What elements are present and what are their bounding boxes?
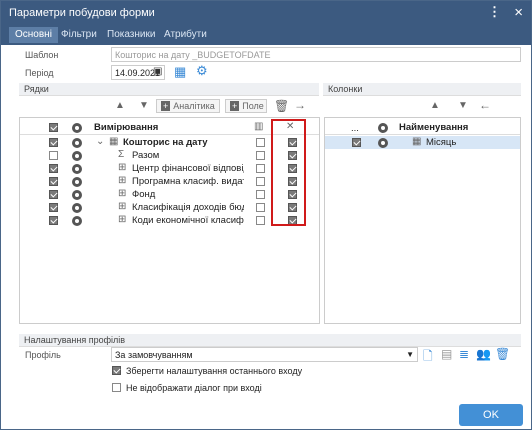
gear-icon[interactable]: [72, 216, 82, 226]
row-option-checkbox[interactable]: [256, 190, 265, 199]
gear-icon[interactable]: [72, 203, 82, 213]
chevron-down-icon[interactable]: ⌄: [96, 136, 104, 147]
row-label: Разом: [132, 150, 160, 161]
hierarchy-icon: ⊞: [118, 201, 127, 212]
kebab-icon[interactable]: ⋮: [488, 4, 501, 20]
gear-icon[interactable]: [72, 190, 82, 200]
move-up-icon[interactable]: ▲: [115, 100, 125, 111]
row-checkbox[interactable]: [49, 190, 58, 199]
row-option-checkbox[interactable]: [256, 138, 265, 147]
row-checkbox[interactable]: [49, 164, 58, 173]
table-row[interactable]: ▦ Місяць: [325, 136, 520, 149]
chevron-down-icon: ▼: [406, 350, 414, 359]
save-last-checkbox[interactable]: [112, 366, 121, 375]
gear-icon[interactable]: ⚙: [196, 63, 208, 79]
gear-icon[interactable]: [72, 138, 82, 148]
row-checkbox[interactable]: [49, 177, 58, 186]
row-label: Фонд: [132, 189, 156, 200]
tab-indicators[interactable]: Показники: [101, 27, 161, 43]
gear-icon[interactable]: [72, 164, 82, 174]
gear-icon[interactable]: [72, 177, 82, 187]
move-down-icon[interactable]: ▼: [139, 100, 149, 111]
row-label: Коди економічної класифікації: [132, 215, 244, 226]
template-label: Шаблон: [25, 50, 59, 60]
tab-attributes[interactable]: Атрибути: [158, 27, 213, 43]
arrow-left-icon[interactable]: ←: [479, 98, 491, 112]
profile-label: Профіль: [25, 350, 61, 360]
file-icon[interactable]: 🗋: [423, 347, 433, 368]
row-option-checkbox[interactable]: [256, 177, 265, 186]
title-bar: Параметри побудови форми ⋮ ×: [1, 1, 531, 25]
database-icon[interactable]: ≣: [459, 347, 469, 361]
dialog-title: Параметри побудови форми: [9, 7, 155, 19]
save-icon[interactable]: ▤: [441, 347, 452, 361]
trash-icon[interactable]: 🗑: [495, 347, 510, 361]
analytics-button[interactable]: + Аналітика: [156, 99, 220, 113]
move-down-icon[interactable]: ▼: [458, 100, 468, 111]
profile-select-value: За замовчуванням: [115, 350, 193, 360]
row-label: Кошторис на дату: [123, 137, 208, 148]
no-dialog-label: Не відображати діалог при вході: [126, 383, 262, 393]
row-label: Центр фінансової відповідальності: [132, 163, 244, 174]
trash-icon[interactable]: 🗑: [274, 99, 289, 113]
calendar-icon: ▦: [412, 136, 422, 147]
select-all-checkbox[interactable]: [49, 123, 58, 132]
save-last-label: Зберегти налаштування останнього входу: [126, 366, 303, 376]
calendar-icon[interactable]: ▦: [174, 64, 186, 80]
analytics-button-label: Аналітика: [173, 101, 215, 111]
row-checkbox[interactable]: [49, 216, 58, 225]
ok-button[interactable]: OK: [459, 404, 523, 426]
gear-icon[interactable]: [378, 138, 388, 148]
row-checkbox[interactable]: [49, 151, 58, 160]
highlight-frame: [271, 119, 306, 226]
row-checkbox[interactable]: [352, 138, 361, 147]
dialog-window: Параметри побудови форми ⋮ × Основні Філ…: [0, 0, 532, 430]
row-label: Класифікація доходів бюджету: [132, 202, 244, 213]
tab-filters[interactable]: Фільтри: [55, 27, 103, 43]
users-icon[interactable]: 👥: [476, 347, 491, 361]
plus-icon: +: [161, 101, 171, 111]
template-field: Кошторис на дату _BUDGETOFDATE: [111, 47, 521, 62]
profile-select[interactable]: За замовчуванням ▼: [111, 347, 418, 362]
hierarchy-icon: ⊞: [118, 188, 127, 199]
sigma-icon: Σ: [118, 149, 125, 160]
row-checkbox[interactable]: [49, 203, 58, 212]
hierarchy-icon: ⊞: [118, 162, 127, 173]
cols-dots: ...: [351, 123, 359, 134]
period-label: Період: [25, 68, 54, 78]
row-option-checkbox[interactable]: [256, 203, 265, 212]
rows-section-header: Рядки: [19, 83, 319, 96]
cols-header-label: Найменування: [399, 122, 469, 133]
tab-bar: Основні Фільтри Показники Атрибути: [1, 25, 531, 45]
arrow-right-icon[interactable]: →: [294, 98, 306, 112]
cols-grid-header: ... Найменування: [325, 121, 520, 135]
move-up-icon[interactable]: ▲: [430, 100, 440, 111]
no-dialog-checkbox[interactable]: [112, 383, 121, 392]
gear-icon[interactable]: [72, 123, 82, 133]
row-option-checkbox[interactable]: [256, 216, 265, 225]
cols-grid: ... Найменування ▦ Місяць: [324, 117, 521, 324]
hierarchy-icon: ⊞: [118, 175, 127, 186]
tab-main[interactable]: Основні: [9, 27, 58, 43]
field-button-label: Поле: [242, 101, 264, 111]
hierarchy-icon: ⊞: [118, 214, 127, 225]
profile-section-header: Налаштування профілів: [19, 334, 521, 347]
row-option-checkbox[interactable]: [256, 164, 265, 173]
gear-icon[interactable]: [378, 123, 388, 133]
columns-icon: ▥: [254, 121, 264, 132]
row-label: Місяць: [426, 137, 457, 148]
close-icon[interactable]: ×: [514, 4, 523, 21]
field-button[interactable]: + Поле: [225, 99, 267, 113]
date-picker-icon[interactable]: ▣: [153, 66, 162, 77]
row-option-checkbox[interactable]: [256, 151, 265, 160]
table-icon: ▦: [109, 136, 119, 147]
row-checkbox[interactable]: [49, 138, 58, 147]
rows-header-label: Вимірювання: [94, 122, 159, 133]
gear-icon[interactable]: [72, 151, 82, 161]
row-label: Програмна класиф. видатків: [132, 176, 244, 187]
plus-icon: +: [230, 101, 240, 111]
cols-section-header: Колонки: [323, 83, 521, 96]
